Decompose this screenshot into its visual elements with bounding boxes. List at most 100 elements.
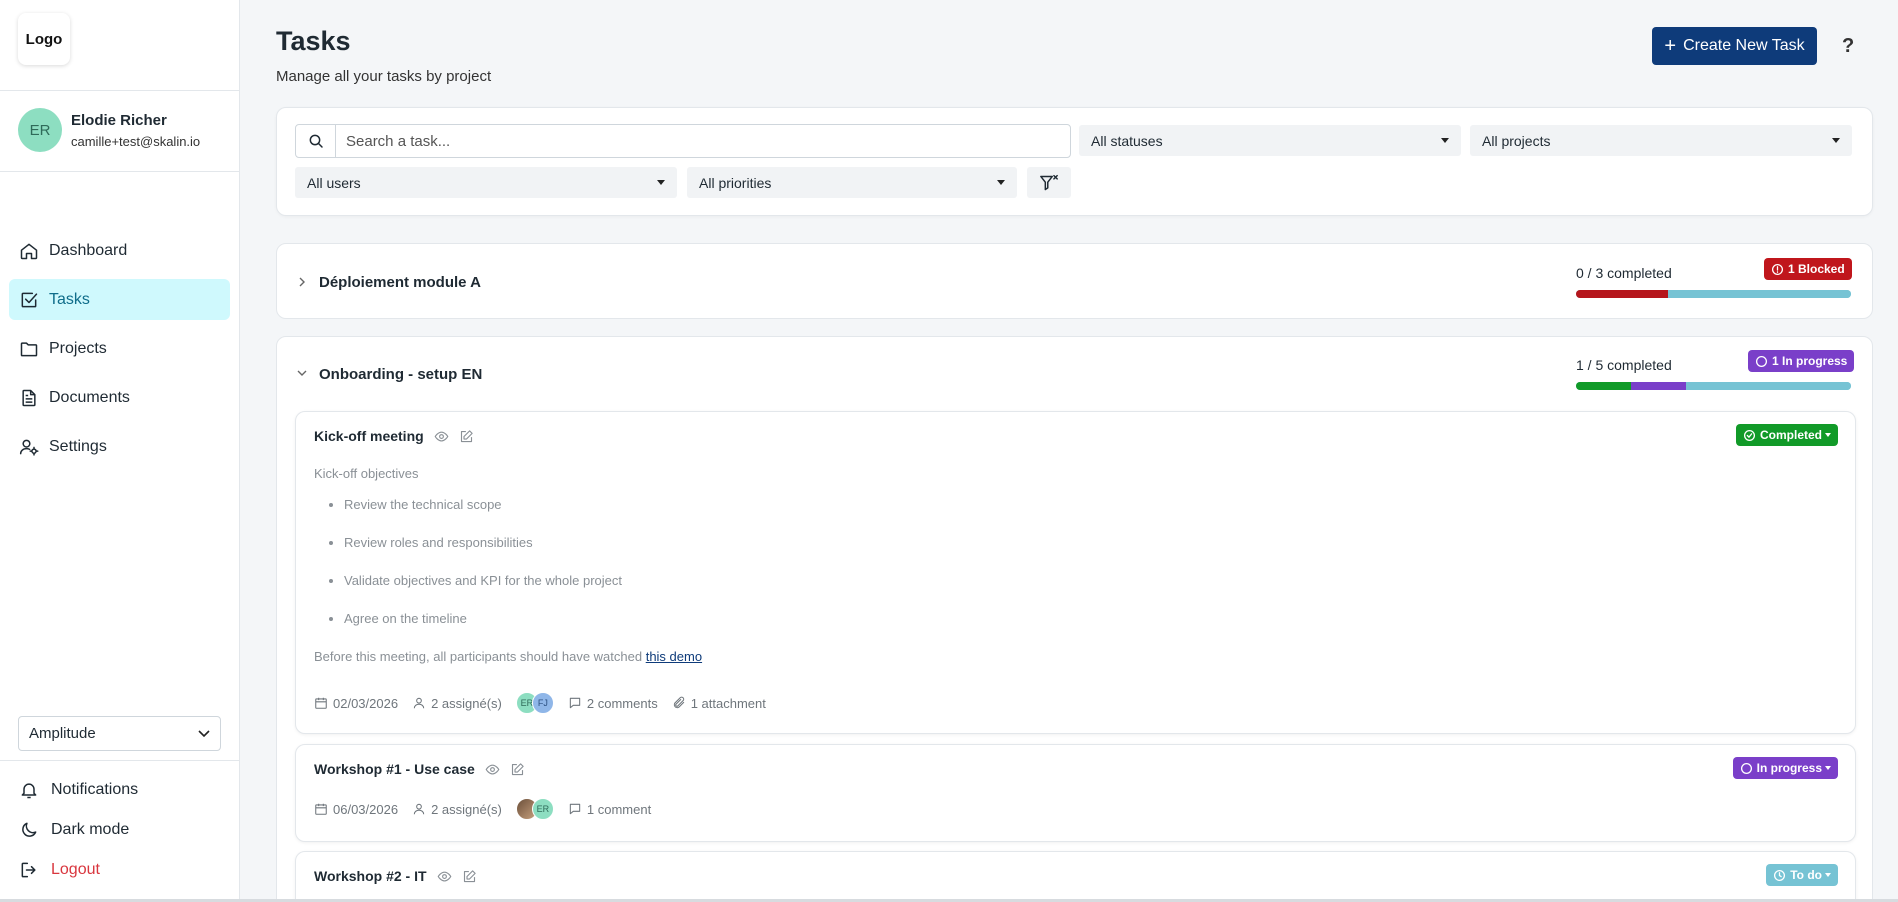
status-dropdown[interactable]: Completed bbox=[1735, 424, 1838, 446]
user-gear-icon bbox=[19, 439, 39, 456]
chevron-right-icon bbox=[299, 277, 305, 287]
page-title: Tasks bbox=[276, 26, 351, 56]
project-filter[interactable]: All projects bbox=[1470, 125, 1852, 156]
sidebar: Logo ER Elodie Richer camille+test@skali… bbox=[0, 0, 240, 902]
eye-icon[interactable] bbox=[434, 429, 449, 444]
status-label: Completed bbox=[1759, 428, 1822, 442]
due-date-value: 02/03/2026 bbox=[333, 695, 399, 711]
project-group-name: Déploiement module A bbox=[319, 274, 481, 291]
list-item: Review roles and responsibilities bbox=[344, 533, 702, 552]
caret-down-icon bbox=[1441, 138, 1449, 143]
caret-down-icon bbox=[1825, 766, 1831, 770]
demo-link[interactable]: this demo bbox=[646, 649, 702, 664]
task-title-row: Workshop #1 - Use case bbox=[314, 761, 525, 777]
dark-mode-toggle[interactable]: Dark mode bbox=[9, 810, 230, 850]
progress-bar bbox=[1576, 290, 1851, 298]
status-dropdown[interactable]: To do bbox=[1766, 864, 1838, 886]
organization-select[interactable]: Amplitude bbox=[18, 716, 221, 751]
user-name: Elodie Richer bbox=[71, 111, 167, 129]
user-email: camille+test@skalin.io bbox=[71, 133, 201, 149]
notifications-link[interactable]: Notifications bbox=[9, 770, 230, 810]
filters-panel: All statuses All projects All users All … bbox=[276, 107, 1873, 216]
search-input[interactable] bbox=[336, 132, 1036, 150]
caret-down-icon bbox=[1825, 873, 1831, 877]
task-card[interactable]: Workshop #2 - IT To do bbox=[295, 851, 1856, 902]
list-item: Review the technical scope bbox=[344, 495, 702, 514]
logout-icon bbox=[21, 862, 36, 878]
description-heading: Kick-off objectives bbox=[314, 466, 419, 481]
user-icon bbox=[413, 697, 425, 709]
progress-segment bbox=[1631, 382, 1686, 390]
folder-icon bbox=[20, 341, 38, 356]
status-filter[interactable]: All statuses bbox=[1079, 125, 1461, 156]
in-progress-badge: 1 In progress bbox=[1748, 350, 1855, 372]
edit-icon[interactable] bbox=[462, 869, 477, 884]
assignee-count-value: 2 assigné(s) bbox=[431, 695, 502, 711]
sidebar-item-label: Settings bbox=[49, 437, 107, 455]
sidebar-item-label: Tasks bbox=[49, 290, 90, 308]
sidebar-item-documents[interactable]: Documents bbox=[9, 377, 230, 418]
search-box bbox=[295, 124, 1071, 158]
checkbox-icon bbox=[21, 292, 38, 307]
badge-label: 1 In progress bbox=[1772, 354, 1848, 368]
status-dropdown[interactable]: In progress bbox=[1732, 757, 1838, 779]
task-title-row: Workshop #2 - IT bbox=[314, 868, 477, 884]
plus-icon: + bbox=[1664, 35, 1677, 57]
document-icon bbox=[22, 389, 36, 406]
caret-down-icon bbox=[657, 180, 665, 185]
edit-icon[interactable] bbox=[459, 429, 474, 444]
eye-icon[interactable] bbox=[485, 762, 500, 777]
logout-link[interactable]: Logout bbox=[9, 850, 230, 890]
moon-icon bbox=[22, 822, 37, 837]
progress-segment bbox=[1576, 382, 1631, 390]
project-group-header[interactable]: Déploiement module A 0 / 3 completed 1 B… bbox=[277, 244, 1872, 320]
sidebar-item-tasks[interactable]: Tasks bbox=[9, 279, 230, 320]
objectives-list: Review the technical scope Review roles … bbox=[344, 495, 702, 628]
eye-icon[interactable] bbox=[437, 869, 452, 884]
task-card[interactable]: Kick-off meeting Completed Kick-off obje… bbox=[295, 411, 1856, 734]
sidebar-item-projects[interactable]: Projects bbox=[9, 328, 230, 369]
user-filter[interactable]: All users bbox=[295, 167, 677, 198]
comments-count[interactable]: 1 comment bbox=[568, 802, 651, 817]
task-title: Kick-off meeting bbox=[314, 428, 424, 444]
circle-icon bbox=[1755, 355, 1768, 367]
project-group-name: Onboarding - setup EN bbox=[319, 366, 483, 383]
help-button[interactable]: ? bbox=[1842, 35, 1854, 58]
sidebar-item-settings[interactable]: Settings bbox=[9, 426, 230, 467]
comment-icon bbox=[569, 803, 581, 815]
progress-segment bbox=[1576, 290, 1668, 298]
clear-filters-button[interactable] bbox=[1027, 167, 1071, 198]
divider bbox=[0, 171, 239, 172]
create-task-button[interactable]: + Create New Task bbox=[1652, 27, 1817, 65]
main-content: Tasks Manage all your tasks by project +… bbox=[241, 0, 1898, 902]
status-label: To do bbox=[1790, 868, 1822, 882]
bottom-nav: Notifications Dark mode Logout bbox=[9, 770, 230, 890]
task-title-row: Kick-off meeting bbox=[314, 428, 474, 444]
sidebar-item-label: Dashboard bbox=[49, 241, 128, 259]
caret-down-icon bbox=[1832, 138, 1840, 143]
assignee-count: 2 assigné(s) bbox=[412, 802, 502, 817]
user-icon bbox=[413, 803, 425, 815]
logo[interactable]: Logo bbox=[18, 13, 70, 65]
calendar-icon bbox=[315, 803, 327, 815]
task-meta: 02/03/2026 2 assigné(s) ER FJ 2 comments… bbox=[314, 692, 780, 714]
blocked-badge: 1 Blocked bbox=[1764, 258, 1852, 280]
sidebar-item-label: Documents bbox=[49, 388, 130, 406]
task-card[interactable]: Workshop #1 - Use case In progress 06/03… bbox=[295, 744, 1856, 842]
priority-filter[interactable]: All priorities bbox=[687, 167, 1017, 198]
attachments-count[interactable]: 1 attachment bbox=[672, 696, 766, 711]
comments-count[interactable]: 2 comments bbox=[568, 696, 658, 711]
sidebar-item-dashboard[interactable]: Dashboard bbox=[9, 230, 230, 271]
search-icon bbox=[296, 125, 336, 157]
due-date: 06/03/2026 bbox=[314, 802, 398, 817]
progress-segment bbox=[1667, 290, 1851, 298]
alert-circle-icon bbox=[1771, 263, 1784, 275]
check-circle-icon bbox=[1743, 429, 1756, 441]
user-profile[interactable]: ER Elodie Richer camille+test@skalin.io bbox=[18, 108, 200, 152]
project-group-header[interactable]: Onboarding - setup EN 1 / 5 completed 1 … bbox=[277, 337, 1872, 413]
avatar: ER bbox=[531, 798, 554, 820]
description-note: Before this meeting, all participants sh… bbox=[314, 647, 702, 666]
completed-count: 0 / 3 completed bbox=[1576, 265, 1672, 281]
circle-icon bbox=[1740, 762, 1752, 774]
edit-icon[interactable] bbox=[510, 762, 525, 777]
